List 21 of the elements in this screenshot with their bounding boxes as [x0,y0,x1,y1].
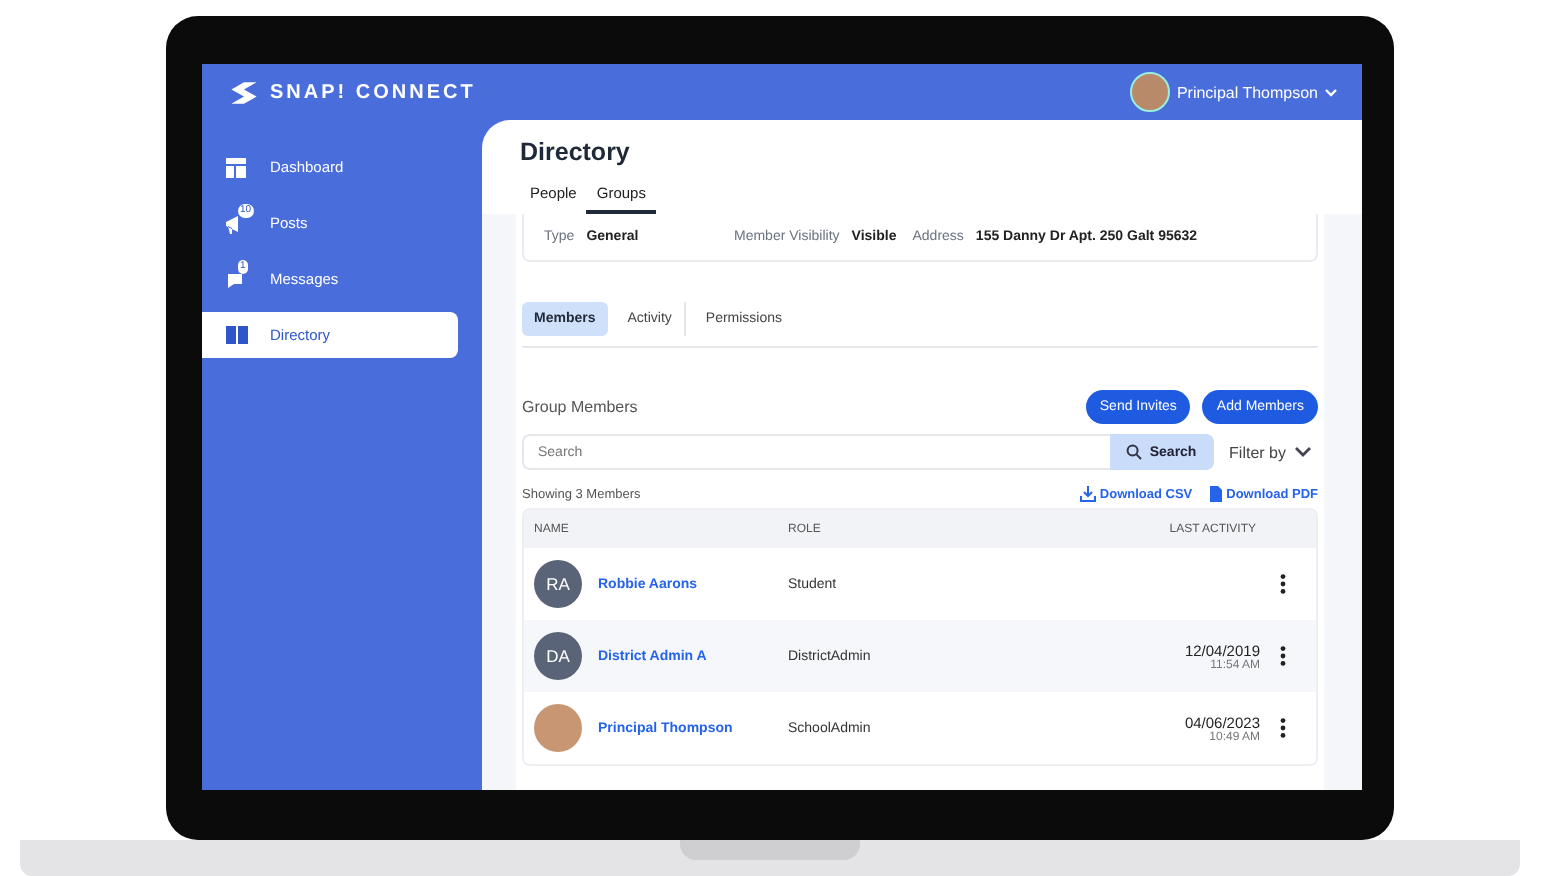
search-icon [1125,444,1142,460]
app-logo: SNAP! CONNECT [270,81,476,103]
section-title: Group Members [522,398,638,416]
avatar-initials: DA [534,632,582,680]
chevron-down-icon [1294,446,1312,458]
filter-dropdown[interactable]: Filter by [1229,443,1318,461]
logo-icon [226,79,262,105]
avatar-photo [1130,72,1171,112]
avatar-photo [534,704,582,752]
avatar-initials: RA [534,560,582,608]
more-options-icon[interactable] [1280,574,1286,594]
more-options-icon[interactable] [1280,718,1286,738]
chat-icon [226,269,248,289]
document-icon [1210,486,1223,502]
more-options-icon[interactable] [1280,646,1286,666]
chevron-down-icon [1324,87,1338,97]
page-title: Directory [520,138,632,166]
book-icon [226,326,248,344]
download-icon [1079,486,1096,502]
dashboard-icon [226,157,246,177]
user-menu[interactable]: Principal Thompson [1130,72,1338,112]
